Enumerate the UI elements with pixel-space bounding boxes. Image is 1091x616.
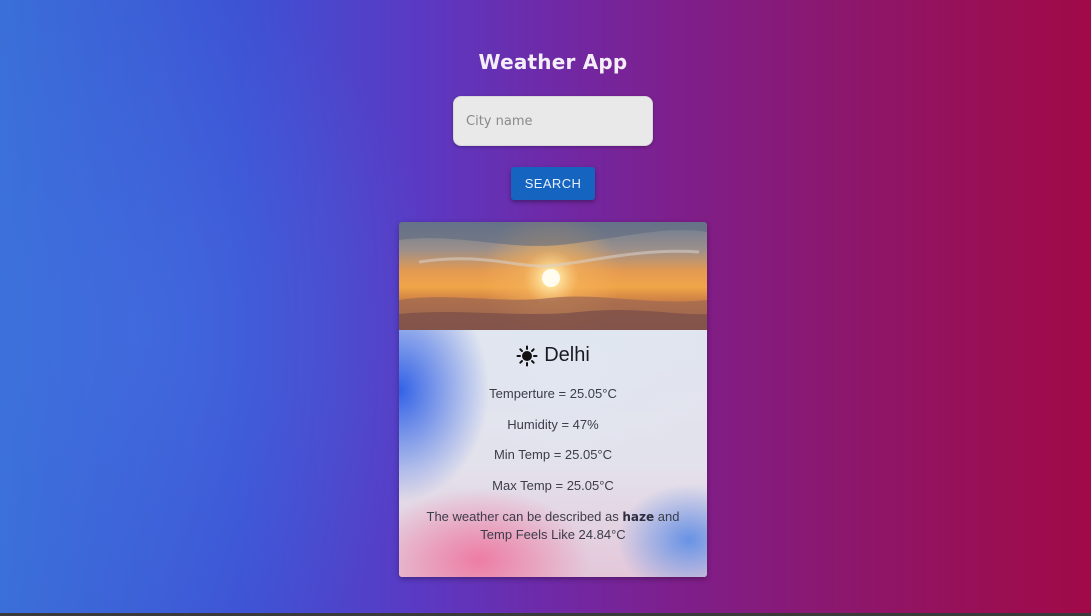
description-suffix: and (657, 509, 680, 524)
sun-icon (516, 345, 538, 366)
temperature-text: Temperture = 25.05°C (489, 386, 617, 401)
weather-app: Weather App SEARCH (0, 0, 1091, 616)
city-name: Delhi (544, 344, 590, 366)
city-search-input[interactable] (453, 96, 653, 146)
min-temp-text: Min Temp = 25.05°C (493, 447, 613, 462)
humidity-text: Humidity = 47% (507, 417, 599, 432)
max-temp-text: Max Temp = 25.05°C (492, 478, 614, 493)
description-prefix: The weather can be described as (426, 509, 619, 524)
search-button[interactable]: SEARCH (511, 167, 595, 200)
feels-like-text: Temp Feels Like 24.84°C (480, 527, 626, 542)
sunset-image (399, 222, 707, 330)
description-condition: haze (622, 510, 655, 524)
city-header: Delhi (399, 344, 707, 367)
page-title: Weather App (478, 50, 628, 74)
weather-card: Delhi Temperture = 25.05°C Humidity = 47… (399, 222, 707, 577)
weather-description: The weather can be described as haze and… (419, 508, 687, 544)
weather-details: Delhi Temperture = 25.05°C Humidity = 47… (399, 330, 707, 577)
